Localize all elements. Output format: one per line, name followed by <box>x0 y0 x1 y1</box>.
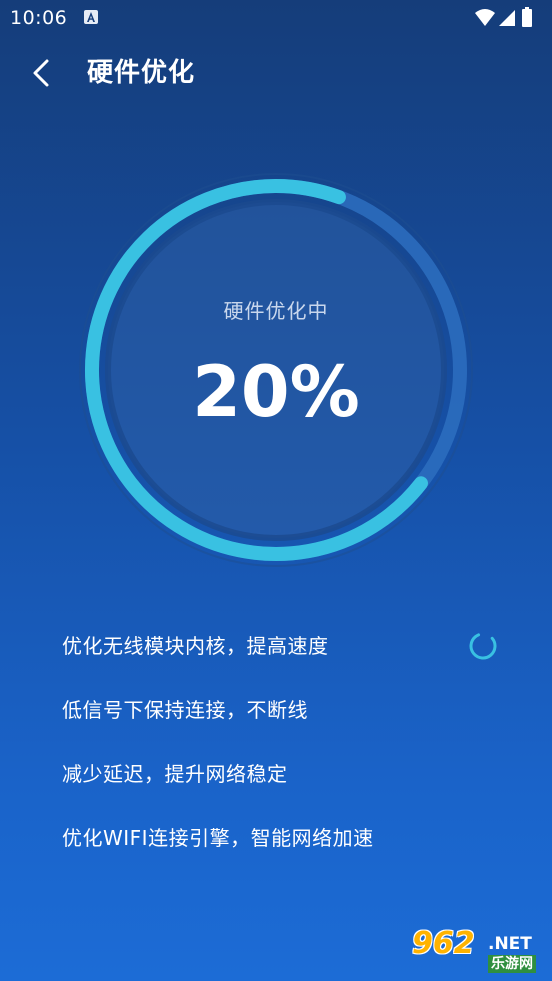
page-title: 硬件优化 <box>87 58 196 88</box>
status-time: 10:06 <box>10 7 68 29</box>
watermark-sub: 乐游网 <box>488 955 536 973</box>
task-item: 减少延迟，提升网络稳定 <box>62 754 522 818</box>
watermark-domain: .NET <box>488 934 532 954</box>
task-label: 减少延迟，提升网络稳定 <box>62 762 288 786</box>
task-list: 优化无线模块内核，提高速度 低信号下保持连接，不断线 减少延迟，提升网络稳定 优… <box>62 626 522 882</box>
gauge-percent: 20% <box>192 351 360 433</box>
task-item: 优化无线模块内核，提高速度 <box>62 626 522 690</box>
wifi-icon <box>475 9 495 26</box>
status-icons <box>472 6 552 30</box>
gauge-caption: 硬件优化中 <box>223 299 329 323</box>
chevron-left-icon <box>33 59 49 87</box>
task-label: 优化WIFI连接引擎，智能网络加速 <box>62 826 374 850</box>
signal-icon <box>499 10 515 26</box>
watermark-number: 962 <box>412 926 475 961</box>
status-bar: 10:06 <box>0 0 552 36</box>
loading-spinner-icon <box>469 632 497 660</box>
task-item: 低信号下保持连接，不断线 <box>62 690 522 754</box>
battery-icon <box>522 7 532 27</box>
back-button[interactable] <box>22 52 64 94</box>
a-icon <box>84 10 98 24</box>
progress-gauge: 硬件优化中 20% <box>76 170 476 570</box>
task-label: 优化无线模块内核，提高速度 <box>62 634 329 658</box>
task-item: 优化WIFI连接引擎，智能网络加速 <box>62 818 522 882</box>
watermark-logo: 962 .NET 乐游网 <box>412 928 548 978</box>
task-label: 低信号下保持连接，不断线 <box>62 698 308 722</box>
